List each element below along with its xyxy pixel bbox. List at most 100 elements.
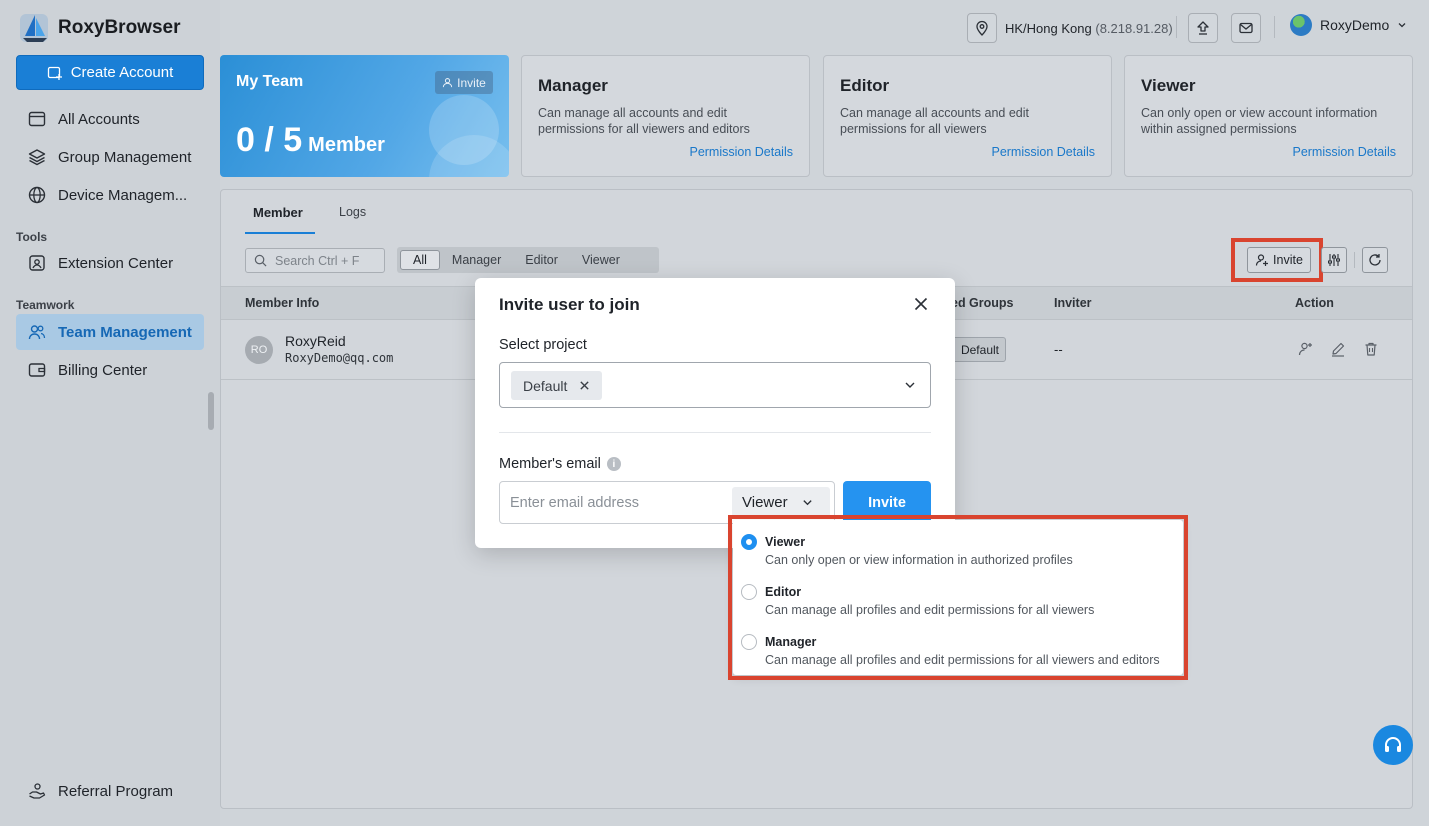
filter-manager[interactable]: Manager: [440, 250, 513, 270]
team-member-count: 0 / 5 Member: [236, 121, 385, 160]
member-search-input[interactable]: Search Ctrl + F: [245, 248, 385, 273]
sidebar-item-team-management[interactable]: Team Management: [16, 314, 204, 350]
layers-icon: [28, 149, 46, 166]
column-member-info: Member Info: [245, 296, 320, 310]
upload-button[interactable]: [1188, 13, 1218, 43]
role-card-title: Editor: [840, 76, 890, 95]
sidebar-item-label: Group Management: [58, 148, 192, 166]
sailboat-logo-icon: [20, 14, 48, 42]
proxy-location[interactable]: HK/Hong Kong (8.218.91.28): [967, 13, 1173, 43]
team-card-invite-label: Invite: [457, 75, 486, 90]
location-pin-icon: [967, 13, 997, 43]
filter-viewer[interactable]: Viewer: [570, 250, 632, 270]
highlight-box-invite: [1231, 238, 1323, 282]
trash-icon[interactable]: [1363, 341, 1379, 357]
chevron-down-icon: [1398, 23, 1406, 28]
add-window-icon: [47, 66, 62, 80]
sidebar-item-group-management[interactable]: Group Management: [16, 139, 204, 175]
app-logo: RoxyBrowser: [20, 12, 181, 44]
edit-pencil-icon[interactable]: [1330, 341, 1346, 357]
sidebar-item-label: Billing Center: [58, 361, 148, 379]
role-card-viewer: Viewer Can only open or view account inf…: [1124, 55, 1413, 177]
remove-chip-icon[interactable]: [579, 380, 590, 391]
sliders-icon: [1328, 254, 1340, 266]
add-user-icon[interactable]: [1298, 341, 1314, 357]
select-project-label: Select project: [499, 337, 587, 353]
user-menu[interactable]: RoxyDemo: [1290, 14, 1407, 36]
create-account-label: Create Account: [70, 64, 174, 81]
topbar-divider: [1176, 16, 1177, 38]
modal-title: Invite user to join: [499, 295, 640, 314]
permission-details-link[interactable]: Permission Details: [689, 145, 793, 159]
sidebar-item-label: All Accounts: [58, 110, 140, 128]
member-email-label: Member's email i: [499, 456, 621, 472]
headset-icon: [1385, 737, 1401, 752]
project-select[interactable]: Default: [499, 362, 931, 408]
email-input[interactable]: [510, 492, 720, 514]
member-inviter: --: [1054, 342, 1063, 357]
role-filter: All Manager Editor Viewer: [397, 247, 659, 273]
tab-member[interactable]: Member: [253, 205, 303, 220]
project-chip: Default: [511, 371, 603, 400]
location-label: HK/Hong Kong (8.218.91.28): [1005, 21, 1173, 36]
chevron-down-icon: [802, 500, 812, 506]
sidebar-item-device-management[interactable]: Device Managem...: [16, 177, 204, 213]
mail-button[interactable]: [1231, 13, 1261, 43]
highlight-box-dropdown: [728, 515, 1188, 680]
sidebar-item-extension-center[interactable]: Extension Center: [16, 245, 204, 281]
column-assigned-groups: ed Groups: [951, 296, 1014, 310]
role-card-editor: Editor Can manage all accounts and edit …: [823, 55, 1112, 177]
filter-all[interactable]: All: [400, 250, 440, 270]
sidebar-section-tools: Tools: [16, 230, 48, 244]
member-avatar: RO: [245, 336, 273, 364]
create-account-button[interactable]: Create Account: [16, 55, 204, 90]
role-card-title: Manager: [538, 76, 608, 95]
permission-details-link[interactable]: Permission Details: [991, 145, 1095, 159]
modal-divider: [499, 432, 931, 433]
search-placeholder: Search Ctrl + F: [275, 253, 360, 268]
tab-logs[interactable]: Logs: [339, 205, 366, 219]
role-select[interactable]: Viewer: [732, 487, 830, 518]
gift-hand-icon: [29, 783, 46, 799]
team-card-invite-button[interactable]: Invite: [435, 71, 493, 94]
sidebar-item-label: Extension Center: [58, 254, 174, 272]
user-icon: [443, 78, 453, 88]
sidebar-item-label: Referral Program: [58, 782, 174, 800]
search-icon: [254, 254, 267, 267]
refresh-icon: [1369, 254, 1381, 266]
info-icon[interactable]: i: [606, 457, 621, 471]
role-card-title: Viewer: [1141, 76, 1196, 95]
member-name: RoxyReid: [285, 333, 346, 349]
support-chat-button[interactable]: [1373, 725, 1413, 765]
globe-icon: [28, 186, 46, 204]
column-inviter: Inviter: [1054, 296, 1092, 310]
project-chip-label: Default: [523, 377, 568, 394]
sidebar-scrollbar[interactable]: [208, 392, 214, 430]
column-settings-button[interactable]: [1321, 247, 1347, 273]
role-card-manager: Manager Can manage all accounts and edit…: [521, 55, 810, 177]
topbar-divider: [1274, 16, 1275, 38]
member-email-label-text: Member's email: [499, 456, 601, 472]
sidebar-item-all-accounts[interactable]: All Accounts: [16, 101, 204, 137]
sidebar-item-referral-program[interactable]: Referral Program: [16, 773, 204, 809]
sidebar-item-label: Team Management: [58, 323, 192, 341]
invite-modal: Invite user to join Select project Defau…: [475, 278, 955, 548]
permission-details-link[interactable]: Permission Details: [1292, 145, 1396, 159]
team-count-value: 0 / 5: [236, 121, 303, 159]
user-name: RoxyDemo: [1320, 17, 1390, 33]
location-city: HK/Hong Kong: [1005, 20, 1092, 36]
sidebar-section-teamwork: Teamwork: [16, 298, 75, 312]
filter-editor[interactable]: Editor: [513, 250, 570, 270]
upload-icon: [1197, 21, 1209, 35]
role-card-description: Can only open or view account informatio…: [1141, 106, 1378, 136]
refresh-button[interactable]: [1362, 247, 1388, 273]
browser-window-icon: [28, 111, 46, 127]
close-icon[interactable]: [913, 296, 929, 312]
member-email: RoxyDemo@qq.com: [285, 351, 394, 365]
role-select-value: Viewer: [742, 494, 788, 511]
sidebar-item-billing-center[interactable]: Billing Center: [16, 352, 204, 388]
users-icon: [28, 325, 46, 340]
toolbar-divider: [1354, 252, 1355, 268]
team-count-unit: Member: [308, 134, 385, 156]
role-card-description: Can manage all accounts and edit permiss…: [538, 106, 750, 136]
